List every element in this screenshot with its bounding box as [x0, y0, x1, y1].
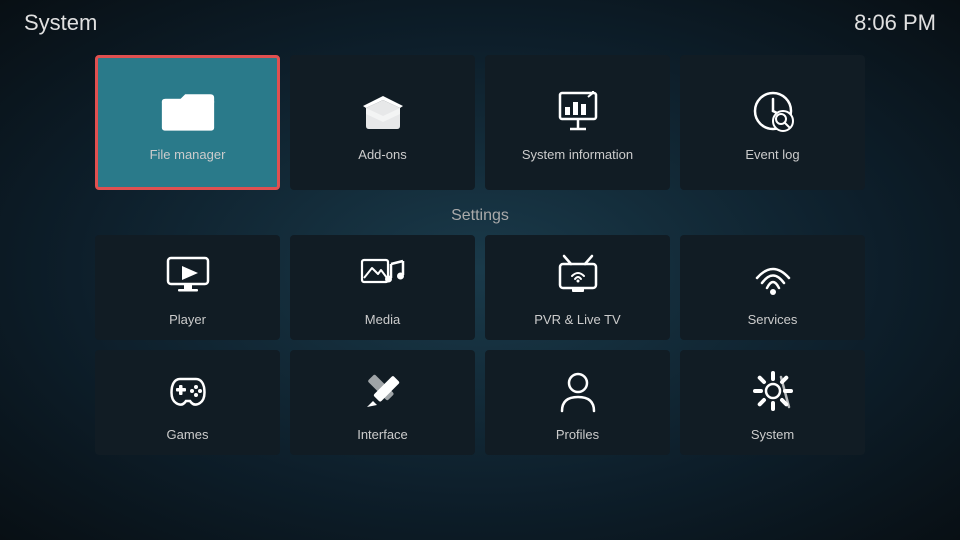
profiles-label: Profiles — [556, 427, 599, 442]
tile-profiles[interactable]: Profiles — [485, 350, 670, 455]
player-label: Player — [169, 312, 206, 327]
player-icon — [160, 248, 216, 304]
sysinfo-icon — [550, 83, 606, 139]
tile-pvr-live-tv[interactable]: PVR & Live TV — [485, 235, 670, 340]
eventlog-icon — [745, 83, 801, 139]
top-tiles-row: File manager Add-ons — [0, 55, 960, 190]
tile-system[interactable]: System — [680, 350, 865, 455]
interface-label: Interface — [357, 427, 408, 442]
tile-media[interactable]: Media — [290, 235, 475, 340]
add-ons-label: Add-ons — [358, 147, 406, 162]
services-icon — [745, 248, 801, 304]
addons-icon — [355, 83, 411, 139]
services-label: Services — [748, 312, 798, 327]
tile-services[interactable]: Services — [680, 235, 865, 340]
tile-system-information[interactable]: System information — [485, 55, 670, 190]
tile-player[interactable]: Player — [95, 235, 280, 340]
event-log-label: Event log — [745, 147, 799, 162]
tile-add-ons[interactable]: Add-ons — [290, 55, 475, 190]
pvr-live-tv-label: PVR & Live TV — [534, 312, 620, 327]
profiles-icon — [550, 363, 606, 419]
settings-section: Settings Player — [0, 207, 960, 465]
media-label: Media — [365, 312, 400, 327]
tile-event-log[interactable]: Event log — [680, 55, 865, 190]
system-information-label: System information — [522, 147, 633, 162]
system-icon — [745, 363, 801, 419]
interface-icon — [355, 363, 411, 419]
media-icon — [355, 248, 411, 304]
games-icon — [160, 363, 216, 419]
header: System 8:06 PM — [0, 0, 960, 46]
clock: 8:06 PM — [854, 10, 936, 36]
tile-games[interactable]: Games — [95, 350, 280, 455]
pvr-icon — [550, 248, 606, 304]
system-label: System — [751, 427, 794, 442]
tile-file-manager[interactable]: File manager — [95, 55, 280, 190]
games-label: Games — [167, 427, 209, 442]
settings-label: Settings — [0, 207, 960, 225]
folder-icon — [160, 83, 216, 139]
settings-row-1: Player Media — [0, 235, 960, 340]
tile-interface[interactable]: Interface — [290, 350, 475, 455]
settings-row-2: Games Interface — [0, 350, 960, 455]
file-manager-label: File manager — [150, 147, 226, 162]
app-title: System — [24, 10, 97, 36]
